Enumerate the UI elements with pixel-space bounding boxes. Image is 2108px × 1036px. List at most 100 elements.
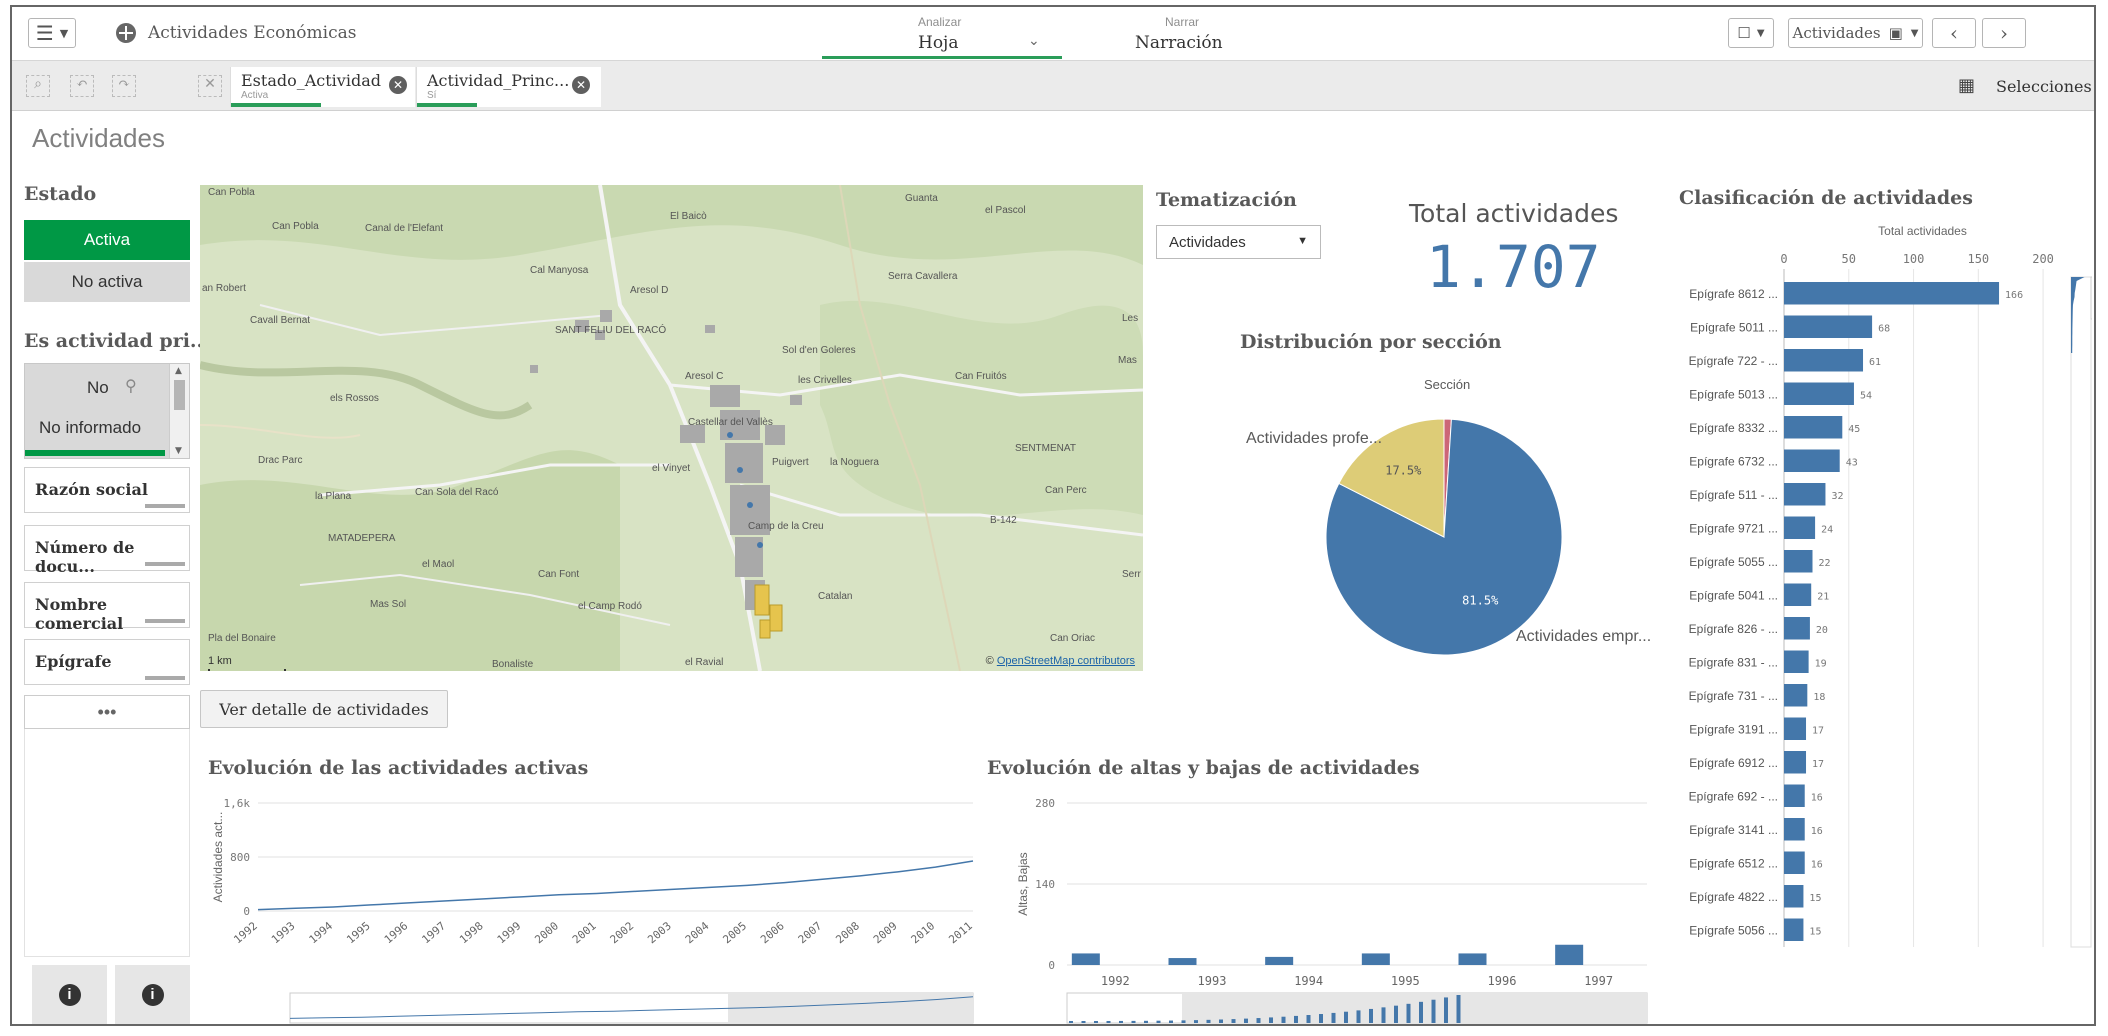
- info-button-2[interactable]: i: [115, 965, 190, 1024]
- map-label: Aresol C: [685, 371, 724, 382]
- next-sheet-button[interactable]: ›: [1982, 18, 2026, 48]
- map-label: Mas: [1118, 355, 1137, 366]
- horizontal-bar-chart[interactable]: Total actividades 0 50 100 150 200 Epígrafe 86…: [1672, 217, 2092, 1025]
- bookmarks-button[interactable]: ☐ ▼: [1728, 18, 1774, 48]
- y-tick-label: Epígrafe 8612 ...: [1689, 287, 1778, 301]
- bar: [1784, 282, 2000, 305]
- chevron-right-icon: ›: [2000, 21, 2008, 45]
- selection-chip-estado[interactable]: Estado_Actividad Activa ✕: [230, 67, 415, 107]
- step-back-icon[interactable]: ↶: [70, 75, 94, 97]
- mini-chart-bar: [1394, 1005, 1398, 1023]
- info-button-1[interactable]: i: [32, 965, 107, 1024]
- bar-chart[interactable]: Altas, Bajas 0 140 280 1992 1993 1994 1995 1996 1…: [987, 787, 1657, 1026]
- chevron-down-icon[interactable]: ⌄: [1028, 33, 1040, 49]
- filter-razon-social[interactable]: Razón social: [24, 467, 190, 513]
- filter-bar: [145, 562, 185, 566]
- scroll-down-icon[interactable]: ▼: [175, 446, 182, 456]
- mini-chart-bar: [1344, 1011, 1348, 1023]
- bar: [1784, 851, 1805, 874]
- sheets-button[interactable]: Actividades ▣ ▼: [1788, 18, 1923, 48]
- filter-es-actividad-title: Es actividad pri...: [24, 330, 210, 352]
- data-label: 17: [1812, 759, 1824, 770]
- data-label: 32: [1831, 491, 1843, 502]
- bar: [1784, 617, 1810, 640]
- previous-sheet-button[interactable]: ‹: [1932, 18, 1976, 48]
- pie-label-profesionales: Actividades profe...: [1246, 430, 1383, 447]
- tematizacion-dropdown[interactable]: Actividades ▼: [1156, 225, 1321, 259]
- filter-numero-documento[interactable]: Número de docu...: [24, 525, 190, 576]
- bar: [1784, 684, 1808, 707]
- filter-nombre-comercial[interactable]: Nombre comercial: [24, 582, 190, 633]
- selection-chip-field: Actividad_Princ...: [427, 71, 570, 90]
- filter-epigrafe[interactable]: Epígrafe: [24, 639, 190, 685]
- clear-selection-icon[interactable]: ✕: [389, 76, 407, 94]
- selections-tool-label[interactable]: Selecciones: [1996, 77, 2092, 96]
- x-tick-label: 2004: [683, 919, 712, 946]
- selection-chip-value: Activa: [241, 90, 269, 101]
- map-label: els Rossos: [330, 393, 379, 404]
- bar: [1265, 956, 1294, 965]
- map-label: Cavall Bernat: [250, 315, 311, 326]
- map-label: el Camp Rodó: [578, 601, 642, 612]
- selection-chip-actividad[interactable]: Actividad_Princ... Sí ✕: [416, 67, 601, 107]
- map-label: Can Fruitós: [955, 371, 1007, 382]
- map-view[interactable]: Can Pobla Can Pobla Canal de l'Elefant E…: [200, 185, 1143, 671]
- scroll-range-handle: [2090, 276, 2092, 320]
- chevron-down-icon: ▼: [59, 26, 69, 40]
- mini-chart-bar: [1181, 1020, 1186, 1023]
- data-label: 68: [1878, 323, 1890, 334]
- map-scale-line: [208, 669, 286, 671]
- clear-selection-icon[interactable]: ✕: [572, 76, 590, 94]
- mini-chart-bar: [1106, 1020, 1111, 1023]
- filter-option-no-activa[interactable]: No activa: [24, 262, 190, 302]
- pie-legend-title: Sección: [1424, 377, 1471, 392]
- empty-panel: [24, 729, 190, 957]
- y-tick-label: Epígrafe 6912 ...: [1689, 756, 1778, 770]
- list-scrollbar[interactable]: ▲ ▼: [169, 364, 189, 458]
- filter-option-no[interactable]: No: [87, 378, 109, 398]
- map-label: Can Oriac: [1050, 633, 1096, 644]
- app-globe-icon: [116, 23, 136, 43]
- selections-grid-icon[interactable]: ▦: [1958, 75, 1975, 96]
- x-tick-label: 2001: [570, 919, 599, 946]
- step-forward-icon[interactable]: ↷: [112, 75, 136, 97]
- x-tick-label: 1997: [419, 919, 448, 946]
- filter-option-no-informado[interactable]: No informado: [39, 418, 141, 438]
- line-chart[interactable]: Actividades act... 0 800 1,6k 1992 1993 1994 19…: [208, 787, 978, 1026]
- mini-chart-frame: [2070, 276, 2092, 948]
- line-chart-title: Evolución de las actividades activas: [208, 757, 589, 779]
- x-tick-label: 50: [1842, 252, 1856, 266]
- data-label: 15: [1809, 893, 1821, 904]
- clear-selections-icon[interactable]: ✕: [198, 75, 222, 97]
- bar: [1784, 751, 1807, 774]
- smart-search-icon[interactable]: ⌕: [26, 75, 50, 97]
- osm-attribution-link[interactable]: OpenStreetMap contributors: [997, 655, 1135, 667]
- map-label: el Ravial: [685, 657, 724, 668]
- selection-chip-progress: [231, 103, 321, 107]
- scrollbar-thumb[interactable]: [174, 380, 185, 410]
- x-tick-label: 2010: [909, 919, 938, 946]
- bar-chart-title: Evolución de altas y bajas de actividade…: [987, 757, 1420, 779]
- map-label: les Crivelles: [798, 375, 852, 386]
- pie-chart[interactable]: 81.5% 17.5%: [1324, 417, 1564, 657]
- y-tick-label: Epígrafe 722 - ...: [1689, 354, 1778, 368]
- search-icon[interactable]: ⚲: [125, 376, 137, 396]
- y-tick-label: 0: [1048, 959, 1055, 972]
- mini-chart-bar: [1456, 995, 1461, 1023]
- filter-bar: [145, 619, 185, 623]
- map-label: Castellar del Vallès: [688, 417, 773, 428]
- navigation-menu-button[interactable]: ☰ ▼: [28, 18, 76, 48]
- bar: [1555, 944, 1584, 965]
- tab-narrar[interactable]: Narrar Narración: [1087, 11, 1227, 59]
- bar: [1784, 349, 1864, 372]
- filter-option-activa[interactable]: Activa: [24, 220, 190, 260]
- map-label: la Plana: [315, 491, 352, 502]
- more-filters-button[interactable]: •••: [24, 695, 190, 729]
- scroll-up-icon[interactable]: ▲: [175, 366, 182, 376]
- bar: [1784, 516, 1816, 539]
- tab-analizar[interactable]: Analizar Hoja ⌄: [822, 11, 1062, 59]
- y-axis-label: Actividades act...: [211, 812, 225, 903]
- map-label: Pla del Bonaire: [208, 633, 276, 644]
- y-tick-label: Epígrafe 9721 ...: [1689, 521, 1778, 535]
- ver-detalle-button[interactable]: Ver detalle de actividades: [200, 690, 448, 728]
